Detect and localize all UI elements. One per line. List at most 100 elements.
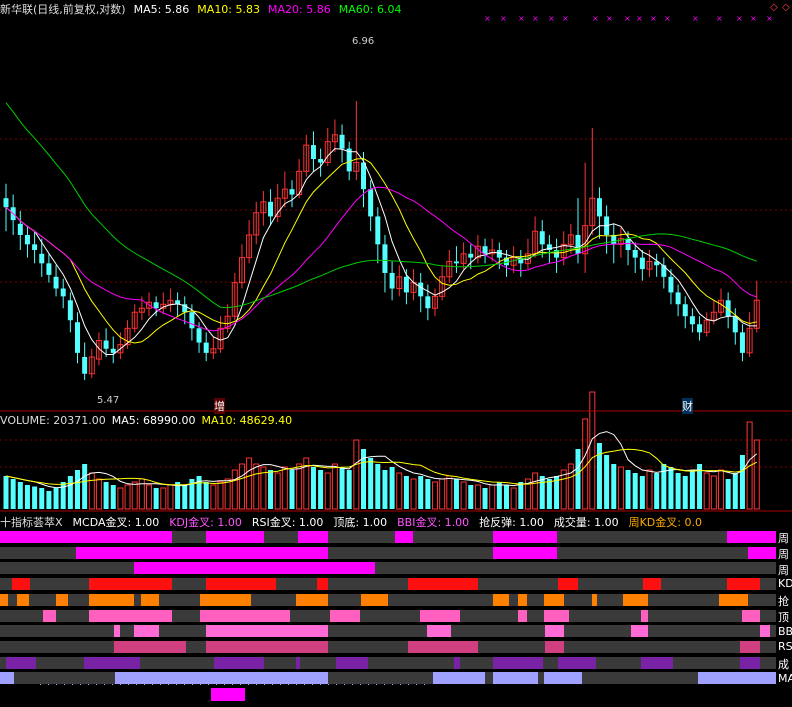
volume-bar-down <box>739 455 745 509</box>
volume-bar-down <box>732 473 738 509</box>
dotted-marker <box>384 684 385 685</box>
indicator-segment <box>395 531 413 543</box>
volume-bars <box>3 391 760 510</box>
indicator-segment <box>558 578 578 590</box>
volume-bar-down <box>46 491 52 509</box>
indicator-segment <box>427 625 451 637</box>
indicator-segment <box>114 641 186 653</box>
indicator-segment <box>89 610 172 622</box>
row-label-2: 周 <box>778 564 789 577</box>
candle-body-down <box>53 276 59 289</box>
candle-body-down <box>425 296 431 309</box>
volume-bar-down <box>418 476 424 509</box>
volume-bar-down <box>110 485 116 509</box>
indicator-segment <box>206 578 276 590</box>
dotted-marker <box>48 684 49 685</box>
dotted-marker <box>376 684 377 685</box>
indicator-segment <box>545 625 564 637</box>
indicator-segment <box>298 531 328 543</box>
candle-body-down <box>82 357 88 374</box>
candle-body-down <box>482 246 488 254</box>
ind-volume: 成交量: 1.00 <box>553 516 619 529</box>
volume-bar-down <box>596 443 602 509</box>
dotted-marker <box>104 684 105 685</box>
indicator-segment <box>493 657 543 669</box>
event-mark-zeng: 增 <box>214 398 225 414</box>
indicator-segment <box>296 594 328 606</box>
indicator-segment <box>408 578 478 590</box>
row-label-8: 成 <box>778 658 789 671</box>
dotted-marker <box>192 684 193 685</box>
candle-body-down <box>75 322 80 353</box>
indicator-segment <box>89 594 134 606</box>
volume-bar-up <box>117 487 124 510</box>
dotted-marker <box>160 684 161 685</box>
row-label-0: 周 <box>778 532 789 545</box>
moving-average-lines <box>5 102 757 355</box>
signal-marker: × <box>606 14 613 23</box>
indicator-segment <box>518 594 527 606</box>
candle-body-down <box>310 145 316 160</box>
candle-body-down <box>339 134 345 149</box>
indicator-segment <box>719 594 748 606</box>
candle-body-down <box>596 198 602 217</box>
volume-bar-down <box>482 488 488 509</box>
indicator-segment <box>433 672 485 684</box>
diamond-icon[interactable]: ◇ <box>770 2 778 13</box>
indicator-segment <box>493 594 509 606</box>
volume-bar-up <box>439 478 446 510</box>
volume-bar-up <box>510 487 517 510</box>
volume-bar-down <box>339 467 345 509</box>
signal-marker: × <box>692 14 699 23</box>
indicator-rows <box>0 531 776 701</box>
volume-bar-up <box>131 481 138 510</box>
volume-bar-up <box>718 469 724 510</box>
candle-body-down <box>110 348 116 353</box>
high-price-label: 6.96 <box>352 36 375 47</box>
diamond-icon[interactable]: ◇ <box>782 2 790 13</box>
candle-body-down <box>668 276 674 293</box>
volume-bar-down <box>32 486 38 509</box>
signal-marker: × <box>484 14 491 23</box>
dotted-marker <box>392 684 393 685</box>
volume-bar-down <box>10 479 16 509</box>
signal-marker: × <box>592 14 599 23</box>
row-label-4: 抢 <box>778 595 789 608</box>
candle-body-down <box>318 159 324 163</box>
volume-bar-up <box>231 469 238 510</box>
volume-header: VOLUME: 20371.00 MA5: 68990.00 MA10: 48629… <box>0 414 298 427</box>
indicator-segment <box>742 610 760 622</box>
indicator-segment <box>206 625 328 637</box>
candle-body-down <box>682 304 688 317</box>
indicator-segment <box>56 594 68 606</box>
ind-dingdi: 顶底: 1.00 <box>333 516 388 529</box>
volume-bar-up <box>274 472 281 510</box>
candle-body-down <box>39 253 45 264</box>
indicator-segment <box>0 531 172 543</box>
candle-body-down <box>196 328 202 343</box>
indicator-segment <box>17 594 29 606</box>
ind-kdj: KDJ金叉: 1.00 <box>169 516 242 529</box>
volume-bar-down <box>682 476 688 509</box>
indicator-segment <box>544 594 564 606</box>
dotted-marker <box>256 684 257 685</box>
volume-bar-down <box>496 482 502 509</box>
volume-bar-down <box>611 464 617 509</box>
signal-marker: × <box>532 14 539 23</box>
volume-bar-up <box>532 472 539 510</box>
dotted-marker <box>80 684 81 685</box>
stock-title: 新华联(日线,前复权,对数) <box>0 3 126 16</box>
dotted-marker <box>264 684 265 685</box>
dotted-marker <box>336 684 337 685</box>
candle-body-down <box>639 257 645 270</box>
indicator-segment <box>141 594 159 606</box>
indicator-segment <box>545 641 564 653</box>
volume-bar-up <box>238 463 245 510</box>
volume-bar-down <box>468 485 474 509</box>
candle-body-down <box>203 342 209 353</box>
dotted-marker <box>136 684 137 685</box>
volume-bar-up <box>246 457 253 510</box>
dotted-marker <box>304 684 305 685</box>
candle-body-down <box>32 244 38 251</box>
volume-bar-up <box>296 463 303 510</box>
